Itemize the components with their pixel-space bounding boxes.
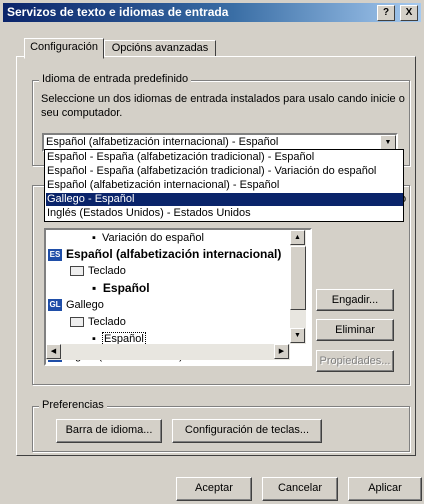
close-icon[interactable]: X (400, 5, 418, 21)
default-input-description: Seleccione un dos idiomas de entrada ins… (41, 93, 405, 119)
installed-tree[interactable]: ▪ Variación do español ES Español (alfabe… (44, 228, 312, 366)
key-settings-button[interactable]: Configuración de teclas... (172, 419, 322, 443)
dropdown-arrow-icon[interactable]: ▼ (380, 135, 396, 150)
tree-item-teclado-gl[interactable]: Teclado (70, 314, 126, 330)
keyboard-icon (70, 317, 84, 328)
default-language-dropdown-list[interactable]: Español - España (alfabetización tradici… (44, 149, 404, 222)
apply-button[interactable]: Aplicar (348, 477, 422, 501)
dropdown-option[interactable]: Español - España (alfabetización tradici… (46, 165, 403, 178)
preferences-legend: Preferencias (39, 399, 107, 411)
remove-button[interactable]: Eliminar (316, 319, 394, 341)
tree-item-espanol-layout[interactable]: ▪ Español (92, 280, 150, 296)
dialog-window: Servizos de texto e idiomas de entrada ?… (0, 0, 424, 504)
cancel-button[interactable]: Cancelar (262, 477, 338, 501)
scroll-left-icon[interactable]: ◀ (46, 344, 61, 359)
ok-button[interactable]: Aceptar (176, 477, 252, 501)
title-bar[interactable]: Servizos de texto e idiomas de entrada ?… (3, 3, 421, 22)
properties-button[interactable]: Propiedades... (316, 350, 394, 372)
help-icon[interactable]: ? (377, 5, 395, 21)
bullet-icon: ▪ (92, 232, 103, 244)
tree-item-espanol-intl[interactable]: ES Español (alfabetización internacional) (48, 246, 281, 262)
bullet-icon: ▪ (92, 281, 103, 295)
dropdown-option-selected[interactable]: Gallego - Español (46, 193, 403, 206)
tab-configuracion[interactable]: Configuración (24, 38, 104, 59)
horizontal-scrollbar[interactable]: ◀ ▶ (46, 344, 290, 360)
scroll-up-icon[interactable]: ▲ (290, 230, 305, 245)
scroll-right-icon[interactable]: ▶ (274, 344, 289, 359)
tree-item-teclado[interactable]: Teclado (70, 263, 126, 279)
flag-gl-icon: GL (48, 299, 62, 312)
add-button[interactable]: Engadir... (316, 289, 394, 311)
keyboard-icon (70, 266, 84, 277)
flag-es-icon: ES (48, 248, 62, 261)
default-input-legend: Idioma de entrada predefinido (39, 73, 192, 85)
scroll-thumb[interactable] (290, 246, 306, 310)
tree-item-gallego[interactable]: GL Gallego (48, 297, 104, 313)
tree-item-variacion[interactable]: ▪ Variación do español (92, 230, 204, 246)
language-bar-button[interactable]: Barra de idioma... (56, 419, 162, 443)
dropdown-option[interactable]: Inglés (Estados Unidos) - Estados Unidos (46, 207, 403, 220)
scroll-down-icon[interactable]: ▼ (290, 328, 305, 343)
default-language-value: Español (alfabetización internacional) -… (46, 136, 279, 148)
dropdown-option[interactable]: Español - España (alfabetización tradici… (46, 151, 403, 164)
vertical-scrollbar[interactable]: ▲ ▼ (290, 230, 306, 344)
dropdown-option[interactable]: Español (alfabetización internacional) -… (46, 179, 403, 192)
window-title: Servizos de texto e idiomas de entrada (7, 5, 229, 19)
